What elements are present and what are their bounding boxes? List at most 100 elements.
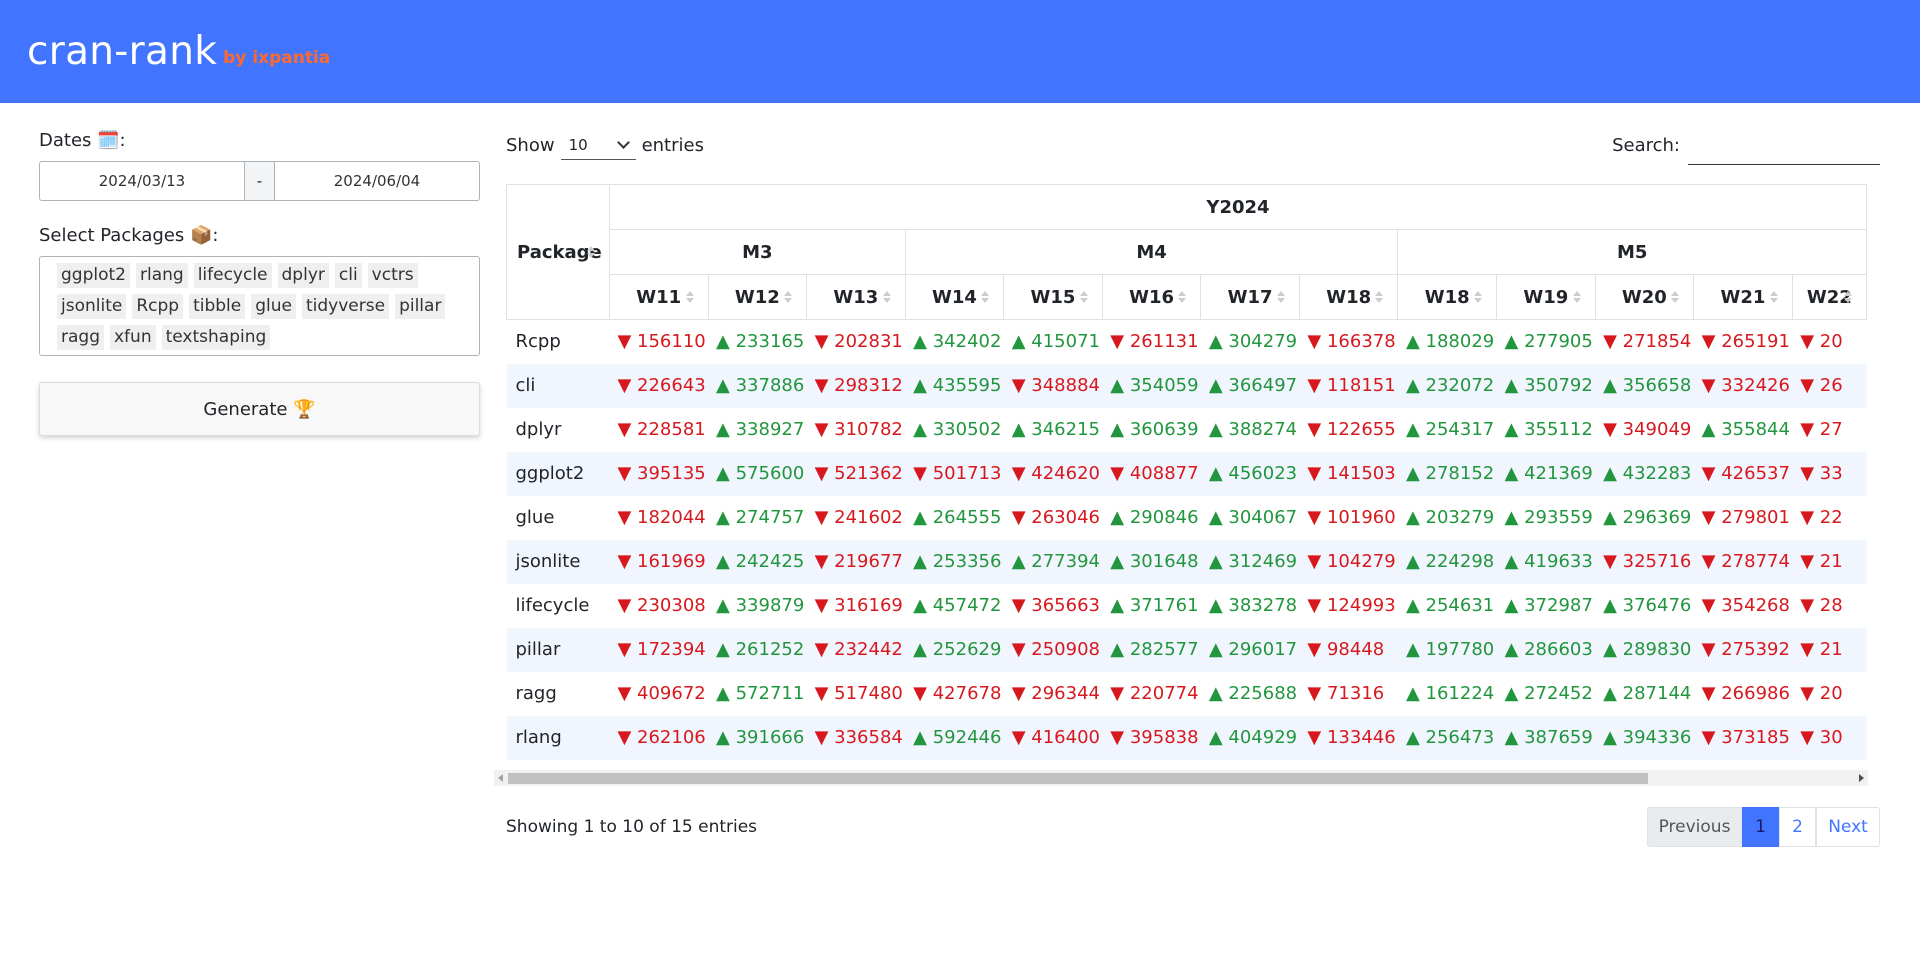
triangle-down-icon: ▼ (1701, 375, 1722, 396)
package-chip[interactable]: pillar (395, 294, 446, 319)
rank-cell: ▲ 203279 (1397, 495, 1497, 540)
week-header-label: W19 (1523, 286, 1569, 308)
rank-cell: ▼ 202831 (806, 319, 906, 364)
rank-cell: ▲ 296017 (1200, 627, 1300, 672)
table-row: Rcpp ▼ 156110 ▲ 233165 ▼ 202831 ▲ 342402 ▲ 41… (506, 319, 1867, 364)
rank-value: 30 (1819, 727, 1843, 748)
end-date-input[interactable]: 2024/06/04 (275, 162, 479, 200)
rank-cell: ▼ 348884 (1003, 363, 1103, 408)
rank-cell: ▼ 501713 (905, 451, 1004, 496)
triangle-up-icon: ▲ (716, 419, 736, 440)
package-chip[interactable]: dplyr (277, 263, 329, 288)
rank-cell: ▲ 339879 (708, 583, 807, 628)
rank-value: 226643 (637, 375, 706, 396)
package-column-header[interactable]: Package (506, 184, 610, 320)
week-column-header[interactable]: W18 (1298, 274, 1399, 320)
week-column-header[interactable]: W18 (1397, 274, 1498, 320)
table-scroll-area: Package Y2024 M3 M4 M5 W11 W12 W13 W14 W15 W16 W17 W… (506, 184, 1867, 809)
week-column-header[interactable]: W13 (806, 274, 906, 320)
rank-value: 432283 (1622, 463, 1692, 484)
week-column-header[interactable]: W14 (904, 274, 1005, 320)
package-chip[interactable]: xfun (110, 325, 156, 350)
sort-icon (1474, 291, 1483, 303)
entries-select[interactable]: 10 (560, 130, 636, 160)
package-chip[interactable]: ggplot2 (57, 263, 130, 288)
week-header-label: W21 (1720, 286, 1766, 308)
triangle-down-icon: ▼ (1800, 331, 1820, 353)
package-select-input[interactable]: ggplot2 rlang lifecycle dplyr cli vctrs jsonli… (39, 256, 480, 356)
package-chip[interactable]: tibble (189, 294, 246, 319)
week-column-header[interactable]: W19 (1496, 274, 1596, 320)
rank-cell: ▼ 262106 (609, 715, 709, 760)
triangle-up-icon: ▲ (1405, 551, 1426, 572)
package-chip[interactable]: ragg (57, 325, 104, 350)
triangle-down-icon: ▼ (1800, 375, 1820, 396)
rank-cell: ▼ 122655 (1299, 407, 1398, 452)
previous-page-button[interactable]: Previous (1647, 807, 1742, 847)
rank-value: 282577 (1129, 639, 1199, 660)
rank-value: 373185 (1721, 727, 1790, 748)
week-column-header[interactable]: W15 (1003, 274, 1103, 320)
rank-cell: ▼ 427678 (905, 671, 1004, 716)
triangle-down-icon: ▼ (1800, 507, 1820, 528)
triangle-down-icon: ▼ (617, 375, 638, 396)
triangle-up-icon: ▲ (1208, 551, 1229, 572)
rank-cell: ▼ 30 (1792, 715, 1867, 760)
week-column-header[interactable]: W11 (608, 274, 709, 320)
rank-value: 372987 (1524, 595, 1593, 616)
rank-value: 592446 (932, 727, 1002, 748)
sort-icon (1178, 291, 1187, 303)
package-chip[interactable]: lifecycle (193, 263, 272, 288)
triangle-down-icon: ▼ (1307, 683, 1327, 704)
rank-cell: ▲ 290846 (1102, 495, 1201, 540)
rank-cell: ▲ 346215 (1003, 407, 1103, 452)
generate-button[interactable]: Generate 🏆 (39, 382, 480, 436)
scroll-right-icon[interactable] (1859, 774, 1864, 782)
rank-cell: ▲ 376476 (1595, 583, 1694, 628)
page-1-button[interactable]: 1 (1742, 807, 1779, 847)
scroll-left-icon[interactable] (498, 774, 503, 782)
month-header: M4 (904, 229, 1399, 275)
scrollbar-thumb[interactable] (508, 773, 1648, 784)
package-chip[interactable]: textshaping (161, 325, 271, 350)
week-header-label: W15 (1030, 286, 1076, 308)
rank-cell: ▲ 372987 (1496, 583, 1596, 628)
rank-value: 316169 (834, 595, 903, 616)
package-cell: ragg (506, 671, 610, 716)
triangle-up-icon: ▲ (1208, 727, 1229, 748)
next-page-button[interactable]: Next (1816, 807, 1880, 847)
week-column-header[interactable]: W12 (707, 274, 808, 320)
package-chip[interactable]: jsonlite (57, 294, 127, 319)
page-2-button[interactable]: 2 (1779, 807, 1816, 847)
package-cell: ggplot2 (506, 451, 610, 496)
rank-value: 228581 (637, 419, 706, 440)
triangle-up-icon: ▲ (1208, 419, 1229, 440)
search-input[interactable] (1688, 131, 1880, 165)
week-column-header[interactable]: W17 (1200, 274, 1300, 320)
package-chip[interactable]: rlang (135, 263, 188, 288)
rank-value: 387659 (1524, 727, 1593, 748)
triangle-up-icon: ▲ (913, 419, 933, 440)
week-column-header[interactable]: W22 (1791, 274, 1867, 320)
package-chip[interactable]: vctrs (367, 263, 418, 288)
week-column-header[interactable]: W16 (1101, 274, 1202, 320)
rank-value: 575600 (735, 463, 805, 484)
week-column-header[interactable]: W21 (1693, 274, 1793, 320)
start-date-input[interactable]: 2024/03/13 (40, 162, 244, 200)
table-info: Showing 1 to 10 of 15 entries (506, 817, 758, 837)
rank-cell: ▲ 286603 (1496, 627, 1596, 672)
week-column-header[interactable]: W20 (1594, 274, 1695, 320)
package-chip[interactable]: tidyverse (301, 294, 390, 319)
rank-cell: ▲ 354059 (1102, 363, 1201, 408)
horizontal-scrollbar[interactable] (494, 770, 1868, 786)
package-chip[interactable]: glue (251, 294, 296, 319)
rank-value: 421369 (1524, 463, 1593, 484)
triangle-down-icon: ▼ (1701, 639, 1722, 660)
rank-value: 310782 (834, 419, 903, 440)
triangle-down-icon: ▼ (814, 463, 835, 484)
triangle-down-icon: ▼ (1307, 551, 1327, 572)
rank-value: 296369 (1622, 507, 1692, 528)
package-chip[interactable]: cli (334, 263, 362, 288)
navbar: cran-rank by ixpantia (0, 0, 1920, 103)
package-chip[interactable]: Rcpp (132, 294, 184, 319)
